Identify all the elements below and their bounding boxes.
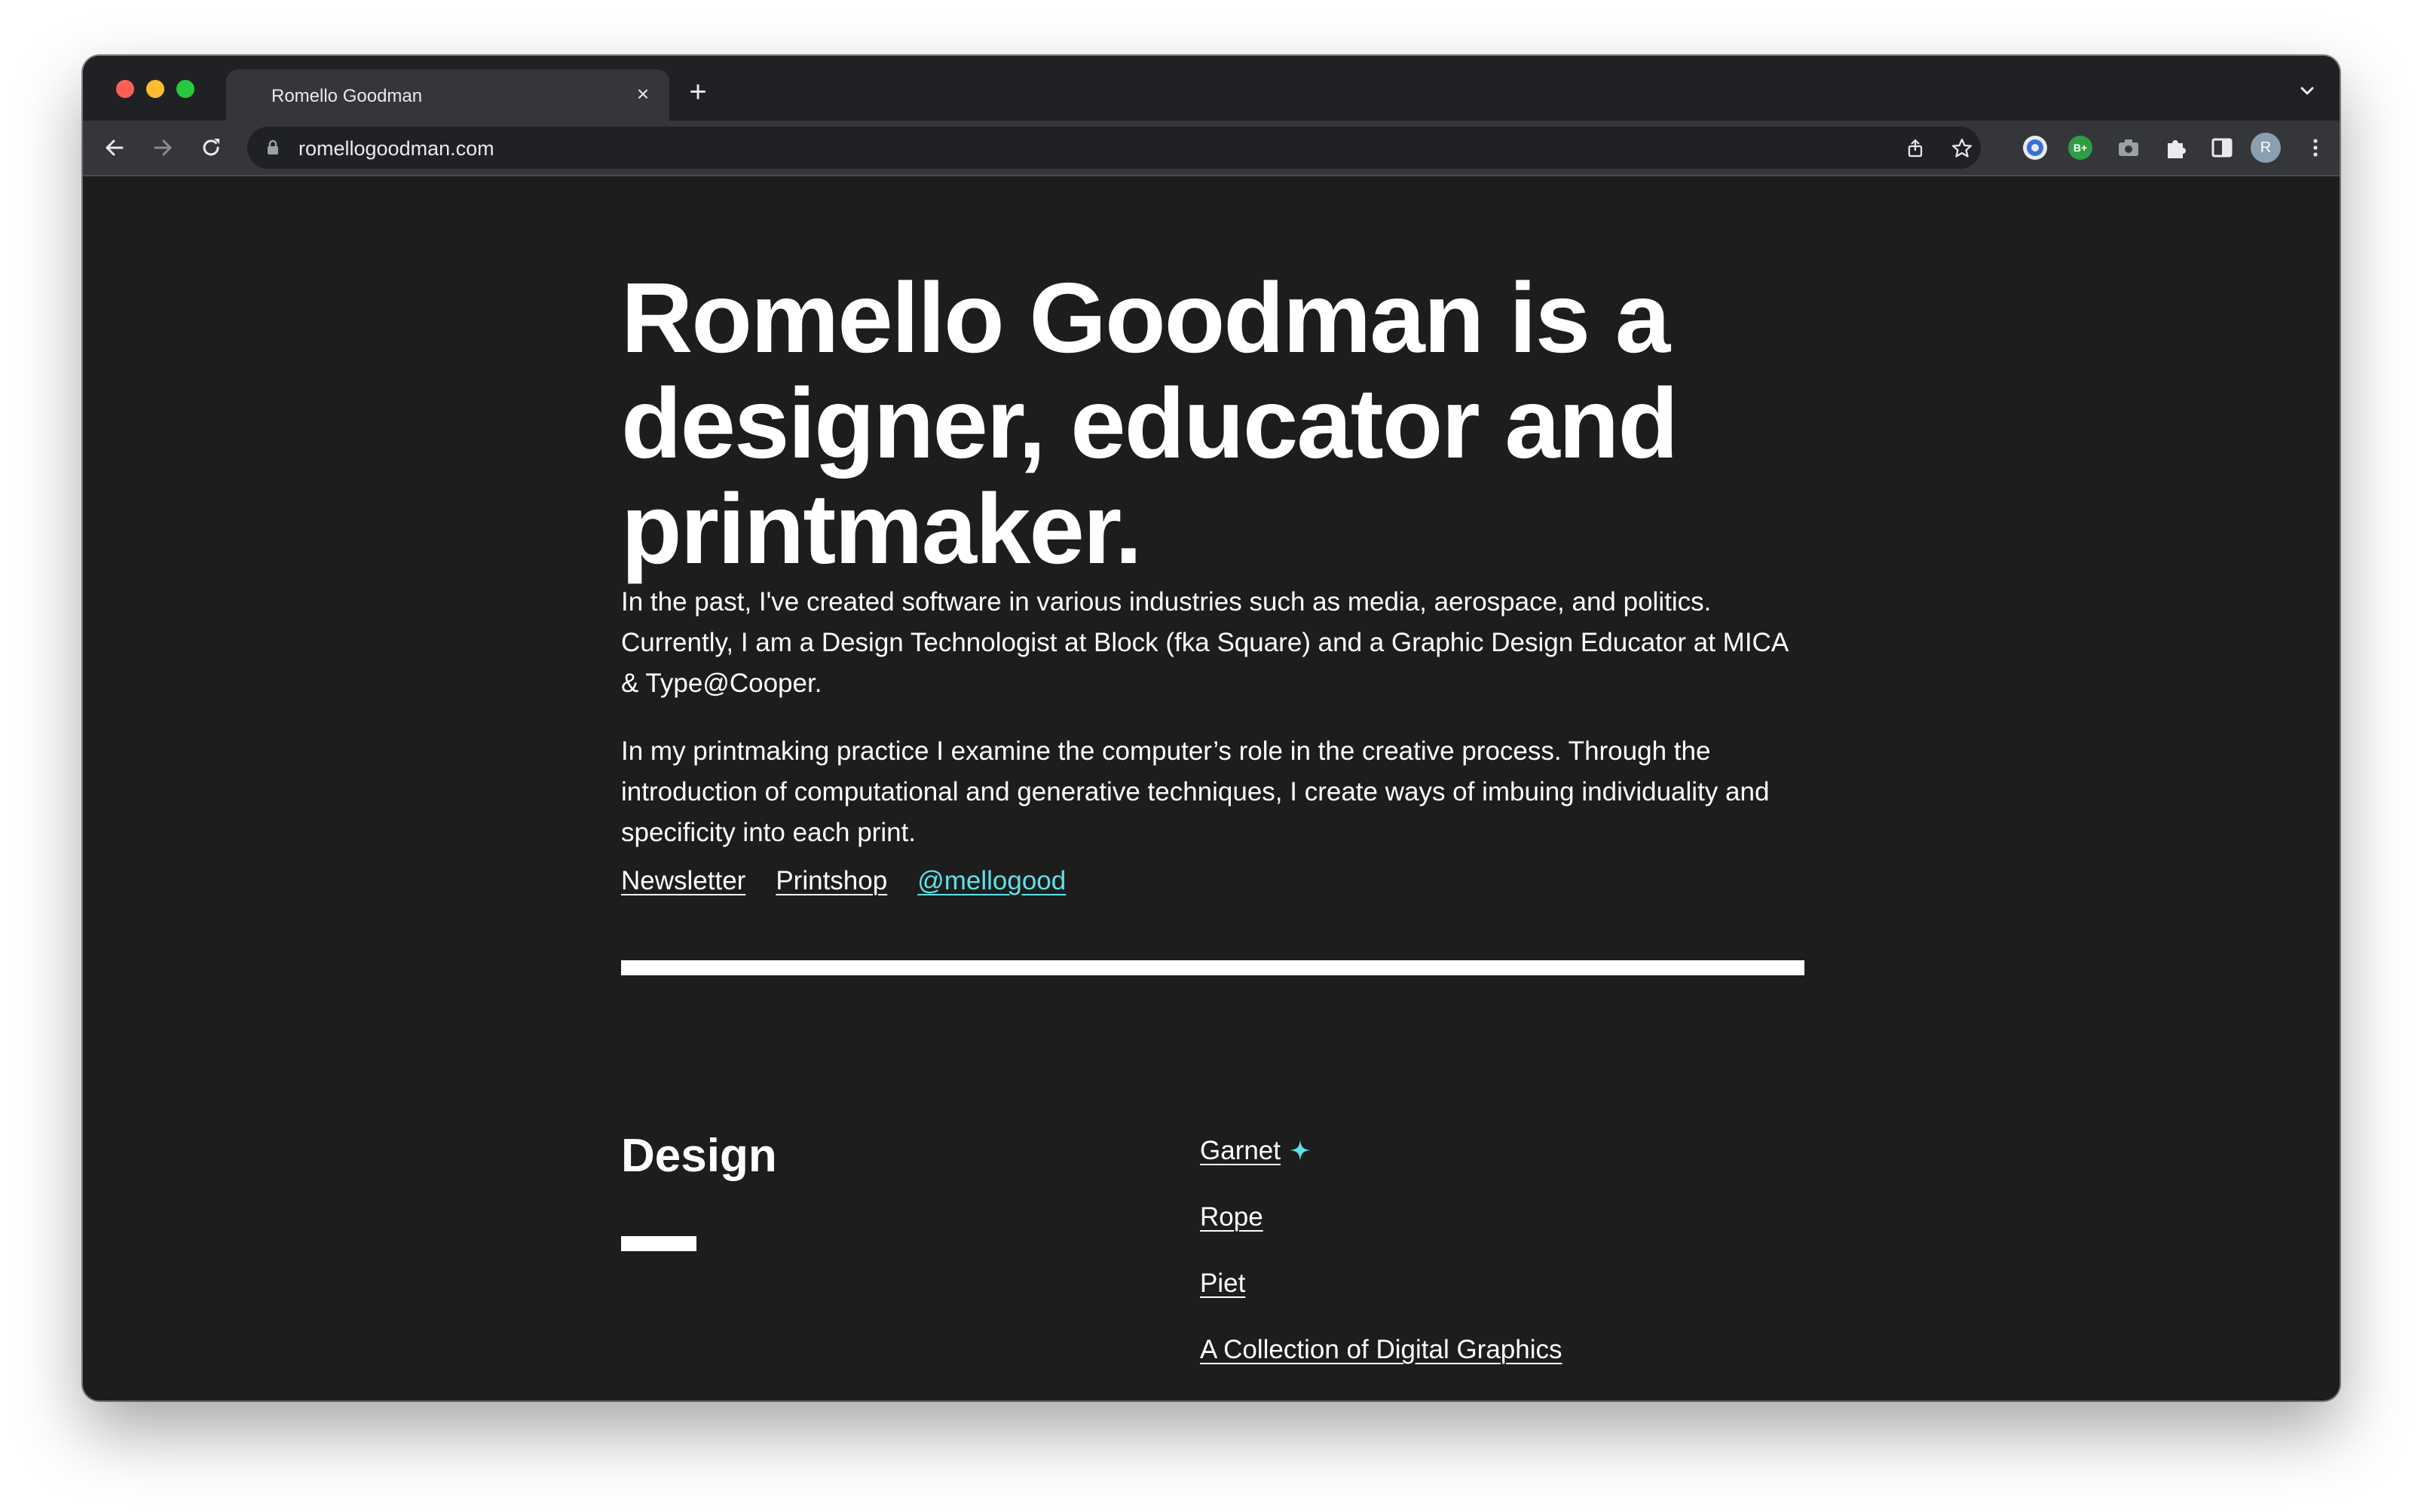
tab-strip: Romello Goodman × + <box>83 56 2340 121</box>
intro-paragraph: In the past, I've created software in va… <box>621 587 1788 698</box>
avatar[interactable]: R <box>2251 133 2281 163</box>
project-link-rope[interactable]: Rope <box>1200 1198 1263 1236</box>
section-divider <box>621 960 1804 975</box>
extension-badge-icon[interactable]: B+ <box>2068 136 2092 160</box>
browser-window: Romello Goodman × + romellogoodman.com B… <box>83 56 2340 1400</box>
page-viewport[interactable]: Romello Goodman is a designer, educator … <box>83 176 2340 1400</box>
design-project-list: Garnet Rope Piet A Collection of Digital… <box>1200 1132 1562 1397</box>
camera-icon[interactable] <box>2115 134 2142 161</box>
project-link-digital-graphics[interactable]: A Collection of Digital Graphics <box>1200 1331 1562 1369</box>
project-link-piet[interactable]: Piet <box>1200 1265 1245 1302</box>
maximize-window-button[interactable] <box>176 80 194 98</box>
chevron-down-icon[interactable] <box>2296 80 2318 103</box>
side-panel-icon[interactable] <box>2208 134 2236 161</box>
close-icon[interactable]: × <box>632 83 654 106</box>
tab-title: Romello Goodman <box>271 86 423 106</box>
grammar-extension-icon[interactable] <box>2022 134 2049 161</box>
share-icon[interactable] <box>1904 137 1927 160</box>
address-bar[interactable]: romellogoodman.com <box>247 127 1981 169</box>
plus-icon[interactable]: + <box>683 77 713 109</box>
puzzle-icon[interactable] <box>2162 134 2189 161</box>
minimize-window-button[interactable] <box>146 80 164 98</box>
url-text[interactable]: romellogoodman.com <box>298 137 494 161</box>
list-item: Garnet <box>1200 1132 1562 1198</box>
printshop-link[interactable]: Printshop <box>776 862 887 904</box>
social-links: Newsletter Printshop @mellogood <box>621 862 1066 904</box>
lock-icon[interactable] <box>265 139 280 156</box>
forward-arrow-icon[interactable] <box>149 134 176 161</box>
list-item: A Collection of Digital Graphics <box>1200 1331 1562 1397</box>
printmaking-paragraph: In my printmaking practice I examine the… <box>621 736 1770 847</box>
browser-toolbar: romellogoodman.com B+ R <box>83 121 2340 176</box>
star-icon[interactable] <box>1951 137 1973 160</box>
page-title: Romello Goodman is a designer, educator … <box>621 262 1679 584</box>
section-underline-bar <box>621 1236 696 1251</box>
twitter-handle-link[interactable]: @mellogood <box>917 862 1066 904</box>
newsletter-link[interactable]: Newsletter <box>621 862 745 904</box>
close-window-button[interactable] <box>116 80 134 98</box>
tab-active[interactable]: Romello Goodman × <box>226 69 669 121</box>
reload-icon[interactable] <box>197 134 225 161</box>
kebab-menu-icon[interactable] <box>2302 134 2329 161</box>
sparkle-icon <box>1290 1140 1311 1161</box>
list-item: Piet <box>1200 1265 1562 1331</box>
section-title-design: Design <box>621 1130 777 1182</box>
back-arrow-icon[interactable] <box>101 134 128 161</box>
project-link-garnet[interactable]: Garnet <box>1200 1132 1281 1170</box>
list-item: Rope <box>1200 1198 1562 1265</box>
